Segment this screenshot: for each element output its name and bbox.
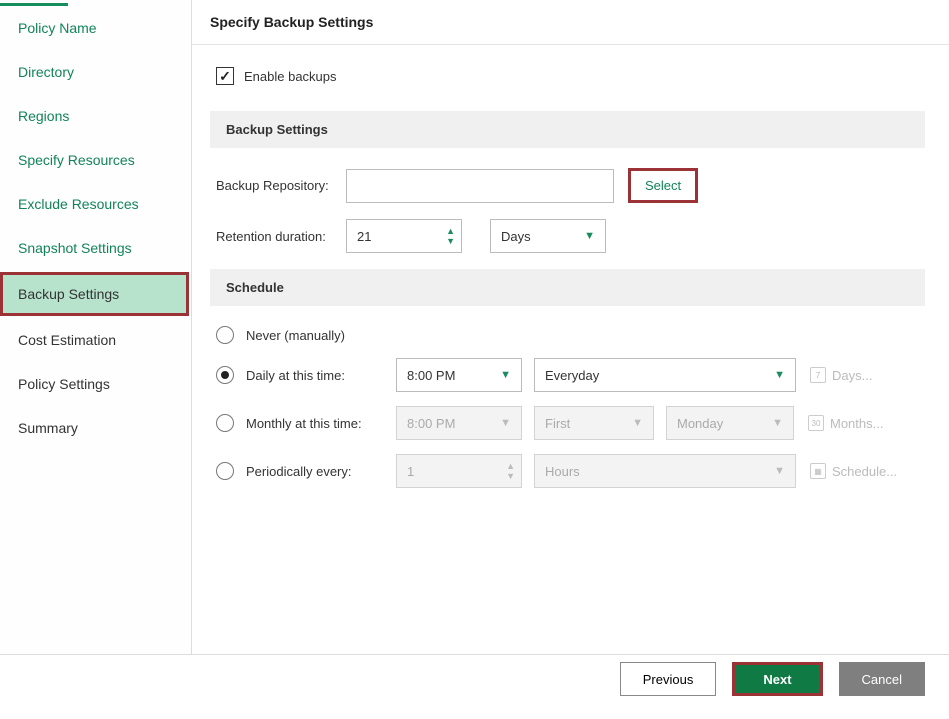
sidebar-item-policy-name[interactable]: Policy Name <box>0 6 191 50</box>
schedule-daily-label: Daily at this time: <box>246 368 396 383</box>
page-title: Specify Backup Settings <box>210 14 925 30</box>
title-divider <box>192 44 949 45</box>
chevron-down-icon: ▼ <box>772 417 783 429</box>
periodically-up-icon[interactable]: ▲ <box>506 462 515 471</box>
daily-frequency-dropdown[interactable]: Everyday ▼ <box>534 358 796 392</box>
main-panel: Specify Backup Settings Enable backups B… <box>192 0 949 654</box>
chevron-down-icon: ▼ <box>500 369 511 381</box>
retention-down-icon[interactable]: ▼ <box>446 237 455 246</box>
periodically-unit-dropdown[interactable]: Hours ▼ <box>534 454 796 488</box>
monthly-weekday-value: Monday <box>677 416 723 431</box>
sidebar-item-snapshot-settings[interactable]: Snapshot Settings <box>0 226 191 270</box>
sidebar-item-directory[interactable]: Directory <box>0 50 191 94</box>
calendar-30-icon: 30 <box>808 415 824 431</box>
sidebar-item-backup-settings[interactable]: Backup Settings <box>0 272 189 316</box>
sidebar-item-policy-settings[interactable]: Policy Settings <box>0 362 191 406</box>
monthly-ordinal-value: First <box>545 416 570 431</box>
sidebar-item-regions[interactable]: Regions <box>0 94 191 138</box>
previous-button[interactable]: Previous <box>620 662 717 696</box>
periodically-schedule-link-label: Schedule... <box>832 464 897 479</box>
schedule-periodically-radio[interactable] <box>216 462 234 480</box>
chevron-down-icon: ▼ <box>774 465 785 477</box>
sidebar-item-summary[interactable]: Summary <box>0 406 191 450</box>
schedule-never-label: Never (manually) <box>246 328 396 343</box>
retention-duration-value: 21 <box>357 229 371 244</box>
sidebar-item-exclude-resources[interactable]: Exclude Resources <box>0 182 191 226</box>
daily-time-value: 8:00 PM <box>407 368 455 383</box>
schedule-daily-radio[interactable] <box>216 366 234 384</box>
select-repository-button[interactable]: Select <box>628 168 698 203</box>
calendar-grid-icon: ▦ <box>810 463 826 479</box>
periodically-value-stepper[interactable]: 1 ▲ ▼ <box>396 454 522 488</box>
schedule-periodically-label: Periodically every: <box>246 464 396 479</box>
sidebar-item-cost-estimation[interactable]: Cost Estimation <box>0 318 191 362</box>
schedule-never-radio[interactable] <box>216 326 234 344</box>
periodically-schedule-link[interactable]: ▦ Schedule... <box>810 463 897 479</box>
cancel-button[interactable]: Cancel <box>839 662 925 696</box>
periodically-down-icon[interactable]: ▼ <box>506 472 515 481</box>
daily-frequency-value: Everyday <box>545 368 599 383</box>
wizard-sidebar: Policy Name Directory Regions Specify Re… <box>0 0 192 654</box>
monthly-time-dropdown[interactable]: 8:00 PM ▼ <box>396 406 522 440</box>
retention-unit-dropdown[interactable]: Days ▼ <box>490 219 606 253</box>
chevron-down-icon: ▼ <box>774 369 785 381</box>
daily-days-link[interactable]: 7 Days... <box>810 367 872 383</box>
retention-unit-value: Days <box>501 229 531 244</box>
monthly-time-value: 8:00 PM <box>407 416 455 431</box>
monthly-ordinal-dropdown[interactable]: First ▼ <box>534 406 654 440</box>
periodically-value: 1 <box>407 464 414 479</box>
periodically-unit-value: Hours <box>545 464 580 479</box>
retention-duration-stepper[interactable]: 21 ▲ ▼ <box>346 219 462 253</box>
schedule-monthly-radio[interactable] <box>216 414 234 432</box>
section-backup-settings-heading: Backup Settings <box>210 111 925 148</box>
enable-backups-checkbox[interactable] <box>216 67 234 85</box>
next-button[interactable]: Next <box>732 662 822 696</box>
calendar-7-icon: 7 <box>810 367 826 383</box>
section-schedule-heading: Schedule <box>210 269 925 306</box>
backup-repository-input[interactable] <box>346 169 614 203</box>
wizard-footer: Previous Next Cancel <box>0 662 949 696</box>
schedule-monthly-label: Monthly at this time: <box>246 416 396 431</box>
retention-up-icon[interactable]: ▲ <box>446 227 455 236</box>
sidebar-item-specify-resources[interactable]: Specify Resources <box>0 138 191 182</box>
enable-backups-label: Enable backups <box>244 69 337 84</box>
chevron-down-icon: ▼ <box>632 417 643 429</box>
daily-time-dropdown[interactable]: 8:00 PM ▼ <box>396 358 522 392</box>
monthly-weekday-dropdown[interactable]: Monday ▼ <box>666 406 794 440</box>
monthly-months-link-label: Months... <box>830 416 883 431</box>
chevron-down-icon: ▼ <box>500 417 511 429</box>
chevron-down-icon: ▼ <box>584 230 595 242</box>
backup-repository-label: Backup Repository: <box>216 178 346 193</box>
daily-days-link-label: Days... <box>832 368 872 383</box>
retention-duration-label: Retention duration: <box>216 229 346 244</box>
monthly-months-link[interactable]: 30 Months... <box>808 415 883 431</box>
